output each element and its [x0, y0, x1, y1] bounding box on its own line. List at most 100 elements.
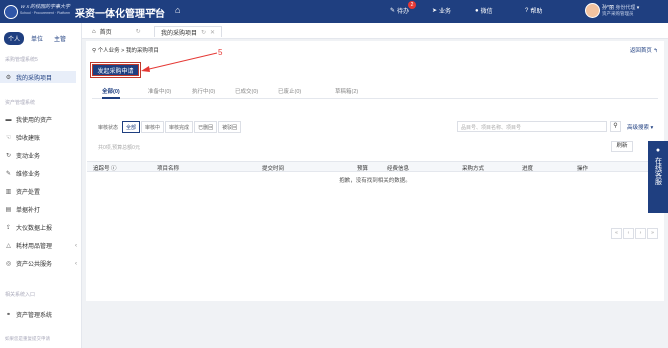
tab-abolished[interactable]: 已废止(0) [278, 87, 301, 99]
sidebar-item-repair[interactable]: ✎ 维修业务 [5, 169, 81, 178]
status-rejected-button[interactable]: 被驳回 [218, 121, 242, 133]
online-service-button[interactable]: ● 在线客服 [648, 141, 668, 213]
last-page-button[interactable]: » [647, 228, 658, 239]
breadcrumb-personal[interactable]: 个人业务 [98, 48, 120, 54]
status-filter: 审核状态 全部 审核中 审核完成 已删回 被驳回 [98, 121, 242, 133]
sidebar: 个人 单位 主管 采购管理系统5 ⚙ 我的采购项目 资产管理系统 ▬ 我使用的资产 … [0, 23, 82, 348]
tab-my-projects[interactable]: 我的采购项目 ↻ ✕ [154, 26, 223, 37]
close-icon[interactable]: ✕ [210, 29, 215, 36]
school-subtitle: School · Procurement · Platform [20, 11, 70, 15]
group-related: 相关系统入口 [5, 292, 36, 298]
chat-icon: ● [655, 147, 661, 154]
status-filter-label: 审核状态 [98, 124, 119, 131]
top-bar: ｗｘ的校园的学事大学 School · Procurement · Platfo… [0, 0, 668, 23]
search-input[interactable]: 品目号、项目名称、项目号 [457, 121, 607, 132]
avatar[interactable] [585, 3, 600, 18]
col-progress[interactable]: 进度 [522, 164, 533, 172]
business-label: 业务 [439, 9, 452, 15]
empty-message: 抱歉，没有找到相关的数据。 [339, 178, 411, 184]
col-method[interactable]: 采购方式 [462, 164, 484, 172]
refresh-icon: ↻ [5, 153, 12, 159]
wechat-nav[interactable]: ● 微信 [475, 6, 493, 16]
col-actions: 操作 [577, 166, 589, 172]
back-arrow-icon: ↰ [653, 48, 658, 54]
sidebar-item-consumables[interactable]: △ 耗材用品管理 ‹ [5, 241, 81, 251]
sidebar-tab-unit[interactable]: 单位 [27, 32, 47, 45]
school-logo-icon [4, 5, 18, 19]
book-icon: ▬ [5, 116, 12, 123]
col-submit-time[interactable]: 提交时间 [262, 164, 284, 172]
wrench-icon: ✎ [5, 171, 12, 177]
search-icon[interactable]: ⚲ [610, 121, 621, 132]
collapse-icon[interactable]: ⇤ [152, 5, 160, 16]
col-project-name[interactable]: 项目名称 [157, 164, 179, 172]
user-dept: 资产采购管理员 [602, 11, 634, 16]
next-page-button[interactable]: › [635, 228, 646, 239]
tab-drafts[interactable]: 草稿箱(2) [335, 87, 358, 99]
refresh-button[interactable]: 刷新 [611, 141, 633, 152]
sidebar-item-acceptance[interactable]: ☜ 验收建账 [5, 133, 81, 142]
launch-purchase-button[interactable]: 发起采购申请 [92, 64, 139, 76]
status-all-button[interactable]: 全部 [122, 121, 141, 133]
print-icon: ▤ [5, 207, 12, 213]
sidebar-item-asset-system[interactable]: ⚭ 资产管理系统 [5, 310, 81, 319]
chevron-left-icon: ‹ [75, 242, 77, 249]
trash-icon: ▥ [5, 189, 12, 195]
summary-text: 共0项,预算总额0元 [98, 145, 140, 151]
gear-icon: ⚙ [5, 74, 12, 81]
tab-home[interactable]: ⌂ 首页 ↻ [86, 26, 147, 37]
page-tabs-bar: ⌂ 首页 ↻ 我的采购项目 ↻ ✕ [82, 23, 668, 39]
tab-preparing[interactable]: 准备中(0) [148, 87, 171, 99]
sidebar-item-my-assets[interactable]: ▬ 我使用的资产 [5, 115, 81, 125]
pagination: « ‹ › » [611, 228, 658, 239]
sidebar-item-report[interactable]: ⇪ 大仪数据上报 [5, 223, 81, 232]
send-icon: ➤ [432, 8, 438, 14]
upload-icon: ⇪ [5, 225, 12, 231]
link-icon: ⚭ [5, 312, 12, 318]
home-icon: ⌂ [92, 28, 96, 35]
school-name: ｗｘ的校园的学事大学 [20, 4, 71, 10]
chevron-left-icon: ‹ [75, 260, 77, 267]
main-panel: ⚲ 个人业务 > 我的采购项目 返回首页 ↰ 5 发起采购申请 全部(0) 准备… [86, 41, 664, 301]
col-tracking[interactable]: 追踪号 ⓘ [93, 164, 117, 172]
status-reviewed-button[interactable]: 审核完成 [165, 121, 194, 133]
tab-executing[interactable]: 执行中(0) [192, 87, 215, 99]
reload-icon: ↻ [201, 29, 207, 36]
sidebar-item-my-projects[interactable]: ⚙ 我的采购项目 [0, 71, 76, 83]
first-page-button[interactable]: « [611, 228, 622, 239]
tab-all[interactable]: 全部(0) [102, 87, 120, 99]
sidebar-item-public-service[interactable]: ◎ 资产公共服务 ‹ [5, 259, 81, 269]
back-home-link[interactable]: 返回首页 ↰ [630, 46, 658, 54]
advanced-search-link[interactable]: 高级搜索 ▾ [627, 123, 653, 131]
col-budget[interactable]: 预算 [357, 164, 368, 172]
help-icon: ? [525, 7, 529, 14]
sidebar-item-reprint[interactable]: ▤ 单据补打 [5, 205, 81, 214]
wechat-icon: ● [475, 7, 479, 14]
flask-icon: △ [6, 243, 11, 249]
table-header: 追踪号 ⓘ 项目名称 提交时间 预算 经费信息 采购方式 进度 操作 [87, 161, 663, 172]
reload-icon: ↻ [135, 29, 141, 35]
breadcrumb-separator: > [121, 48, 125, 54]
prev-page-button[interactable]: ‹ [623, 228, 634, 239]
home-icon[interactable]: ⌂ [175, 5, 180, 15]
group-procurement: 采购管理系统5 [5, 57, 38, 63]
hand-icon: ☜ [5, 135, 12, 141]
annotation-arrow [141, 52, 218, 72]
status-reviewing-button[interactable]: 审核中 [141, 121, 165, 133]
sidebar-tab-supervisor[interactable]: 主管 [50, 32, 70, 45]
business-nav[interactable]: ➤ 业务 [432, 6, 451, 15]
filter-tabs: 全部(0) 准备中(0) 执行中(0) 已成交(0) 已废止(0) 草稿箱(2) [92, 87, 658, 99]
tab-deal[interactable]: 已成交(0) [235, 87, 258, 99]
sidebar-tab-personal[interactable]: 个人 [4, 32, 25, 45]
user-name[interactable]: 孙*丽 身份代理 ▾ [602, 4, 639, 11]
help-icon: ⓘ [111, 166, 117, 172]
sidebar-item-change[interactable]: ↻ 变动业务 [5, 151, 81, 160]
globe-icon: ◎ [5, 261, 12, 267]
status-withdrawn-button[interactable]: 已删回 [194, 121, 218, 133]
todo-label: 待办 [397, 9, 410, 15]
todo-nav[interactable]: ✎ 待办 [390, 6, 409, 15]
todo-icon: ✎ [390, 8, 396, 14]
help-nav[interactable]: ? 帮助 [525, 6, 542, 16]
col-funds[interactable]: 经费信息 [387, 164, 409, 172]
sidebar-item-disposal[interactable]: ▥ 资产处置 [5, 187, 81, 196]
